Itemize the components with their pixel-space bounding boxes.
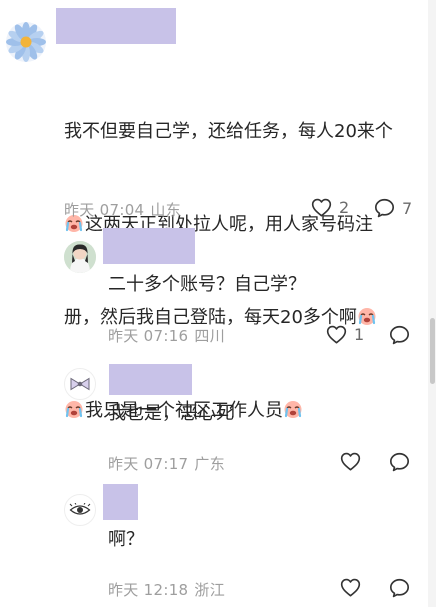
avatar[interactable] <box>6 22 46 62</box>
comment-line: 我不但要自己学，还给任务，每人20来个 <box>64 121 393 142</box>
speech-bubble-icon <box>389 578 410 598</box>
timestamp: 昨天 07:04 <box>64 201 145 219</box>
heart-outline-icon <box>340 578 361 597</box>
heart-outline-icon <box>340 452 361 471</box>
person-photo-avatar-icon <box>64 241 96 273</box>
timestamp: 昨天 07:17 <box>108 455 189 473</box>
comment-text: 我也是，恶心死 <box>108 403 234 424</box>
like-button[interactable] <box>340 452 361 471</box>
comment-meta: 昨天 07:16 四川 <box>108 325 225 346</box>
reply-count: 7 <box>402 198 413 218</box>
username-redacted[interactable] <box>103 228 195 264</box>
scrollbar-track[interactable] <box>428 0 436 607</box>
comment-top-level: 我不但要自己学，还给任务，每人20来个 这两天正到处拉人呢，用人家号码注 册，然… <box>0 0 428 421</box>
heart-outline-icon <box>311 198 332 217</box>
timestamp: 昨天 12:18 <box>108 581 189 599</box>
avatar[interactable] <box>64 241 96 273</box>
avatar[interactable] <box>64 494 96 526</box>
ip-location: 广东 <box>194 455 226 473</box>
avatar[interactable] <box>64 368 96 400</box>
comment-meta: 昨天 12:18 浙江 <box>108 579 225 600</box>
ip-location: 四川 <box>194 327 226 345</box>
comment-meta: 昨天 07:04 山东 <box>64 199 181 220</box>
speech-bubble-icon <box>374 198 395 218</box>
like-button[interactable]: 2 <box>311 198 349 217</box>
reply-button[interactable] <box>389 452 410 472</box>
speech-bubble-icon <box>389 325 410 345</box>
reply-comment: 二十多个账号？自己学？ 昨天 07:16 四川 1 <box>0 228 428 364</box>
ip-location: 浙江 <box>194 581 226 599</box>
username-redacted[interactable] <box>109 364 192 395</box>
speech-bubble-icon <box>389 452 410 472</box>
eye-sketch-avatar-icon <box>69 503 91 515</box>
username-redacted[interactable] <box>103 484 138 520</box>
heart-outline-icon <box>326 325 347 344</box>
reply-button[interactable] <box>389 578 410 598</box>
like-button[interactable] <box>340 578 361 597</box>
comment-meta: 昨天 07:17 广东 <box>108 453 225 474</box>
comment-text: 啊？ <box>108 529 144 550</box>
timestamp: 昨天 07:16 <box>108 327 189 345</box>
like-count: 2 <box>339 198 350 217</box>
ip-location: 山东 <box>150 201 182 219</box>
bow-avatar-icon <box>70 377 90 391</box>
comment-text: 二十多个账号？自己学？ <box>108 274 306 295</box>
reply-comment: 啊？ 昨天 12:18 浙江 <box>0 484 428 607</box>
reply-button[interactable]: 7 <box>374 198 412 218</box>
like-count: 1 <box>354 325 365 344</box>
username-redacted[interactable] <box>56 8 176 44</box>
daisy-avatar-icon <box>6 22 46 62</box>
reply-comment: 我也是，恶心死 昨天 07:17 广东 <box>0 364 428 484</box>
like-button[interactable]: 1 <box>326 325 364 344</box>
scrollbar-thumb[interactable] <box>430 318 435 384</box>
reply-button[interactable] <box>389 325 410 345</box>
